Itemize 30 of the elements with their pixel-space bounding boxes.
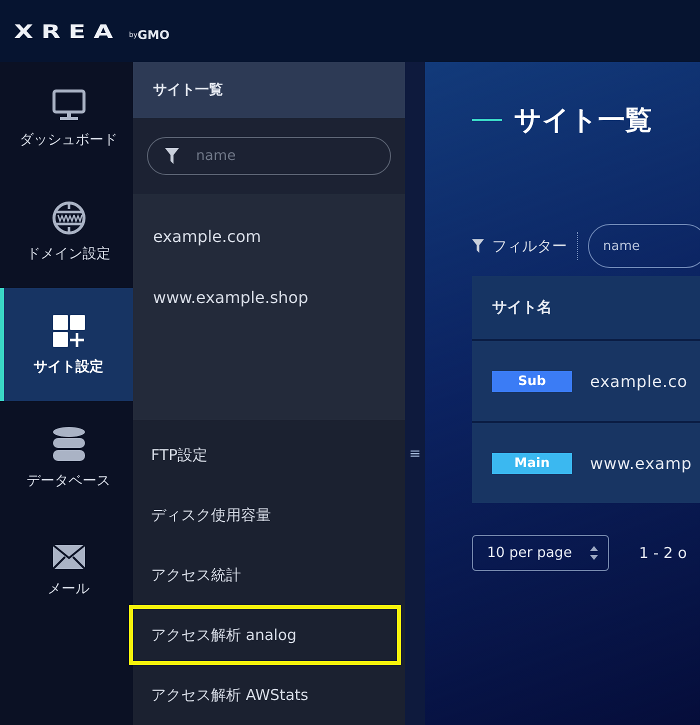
filter-icon (472, 239, 484, 253)
nav-item[interactable]: ドメイン設定 (0, 175, 133, 288)
site-type-badge: Main (492, 452, 572, 474)
filter-icon (165, 148, 179, 164)
database-icon (52, 426, 86, 462)
page-title: サイト一覧 (514, 104, 652, 138)
monitor-icon (52, 88, 86, 120)
nav-item[interactable]: ダッシュボード (0, 62, 133, 175)
page-range: 1 - 2 o (638, 544, 687, 562)
site-name[interactable]: example.co (590, 372, 688, 390)
logo[interactable]: XREA (14, 20, 121, 42)
grid-plus-icon (52, 314, 86, 348)
site-link[interactable]: www.example.shop (133, 266, 405, 328)
nav-item[interactable]: サイト設定 (0, 288, 133, 401)
logo-suffix: GMO (138, 28, 170, 42)
site-name[interactable]: www.examp (590, 454, 692, 472)
panel-title: サイト一覧 (133, 62, 405, 118)
search-field[interactable]: name (147, 136, 391, 175)
site-link[interactable]: example.com (133, 206, 405, 267)
per-page-select[interactable]: 10 per page (472, 535, 609, 571)
site-type-badge: Sub (492, 370, 572, 392)
filter-label: フィルター (492, 236, 567, 256)
menu-item[interactable]: アクセス解析 AWStats (129, 665, 401, 725)
title-accent-line (472, 119, 502, 121)
sort-caret-icon (590, 546, 598, 560)
collapse-handle[interactable]: ≡ (409, 446, 421, 462)
globe-icon (52, 200, 86, 234)
filter-field[interactable]: name (588, 224, 700, 268)
column-header: サイト名 (492, 298, 552, 317)
envelope-icon (52, 544, 86, 570)
